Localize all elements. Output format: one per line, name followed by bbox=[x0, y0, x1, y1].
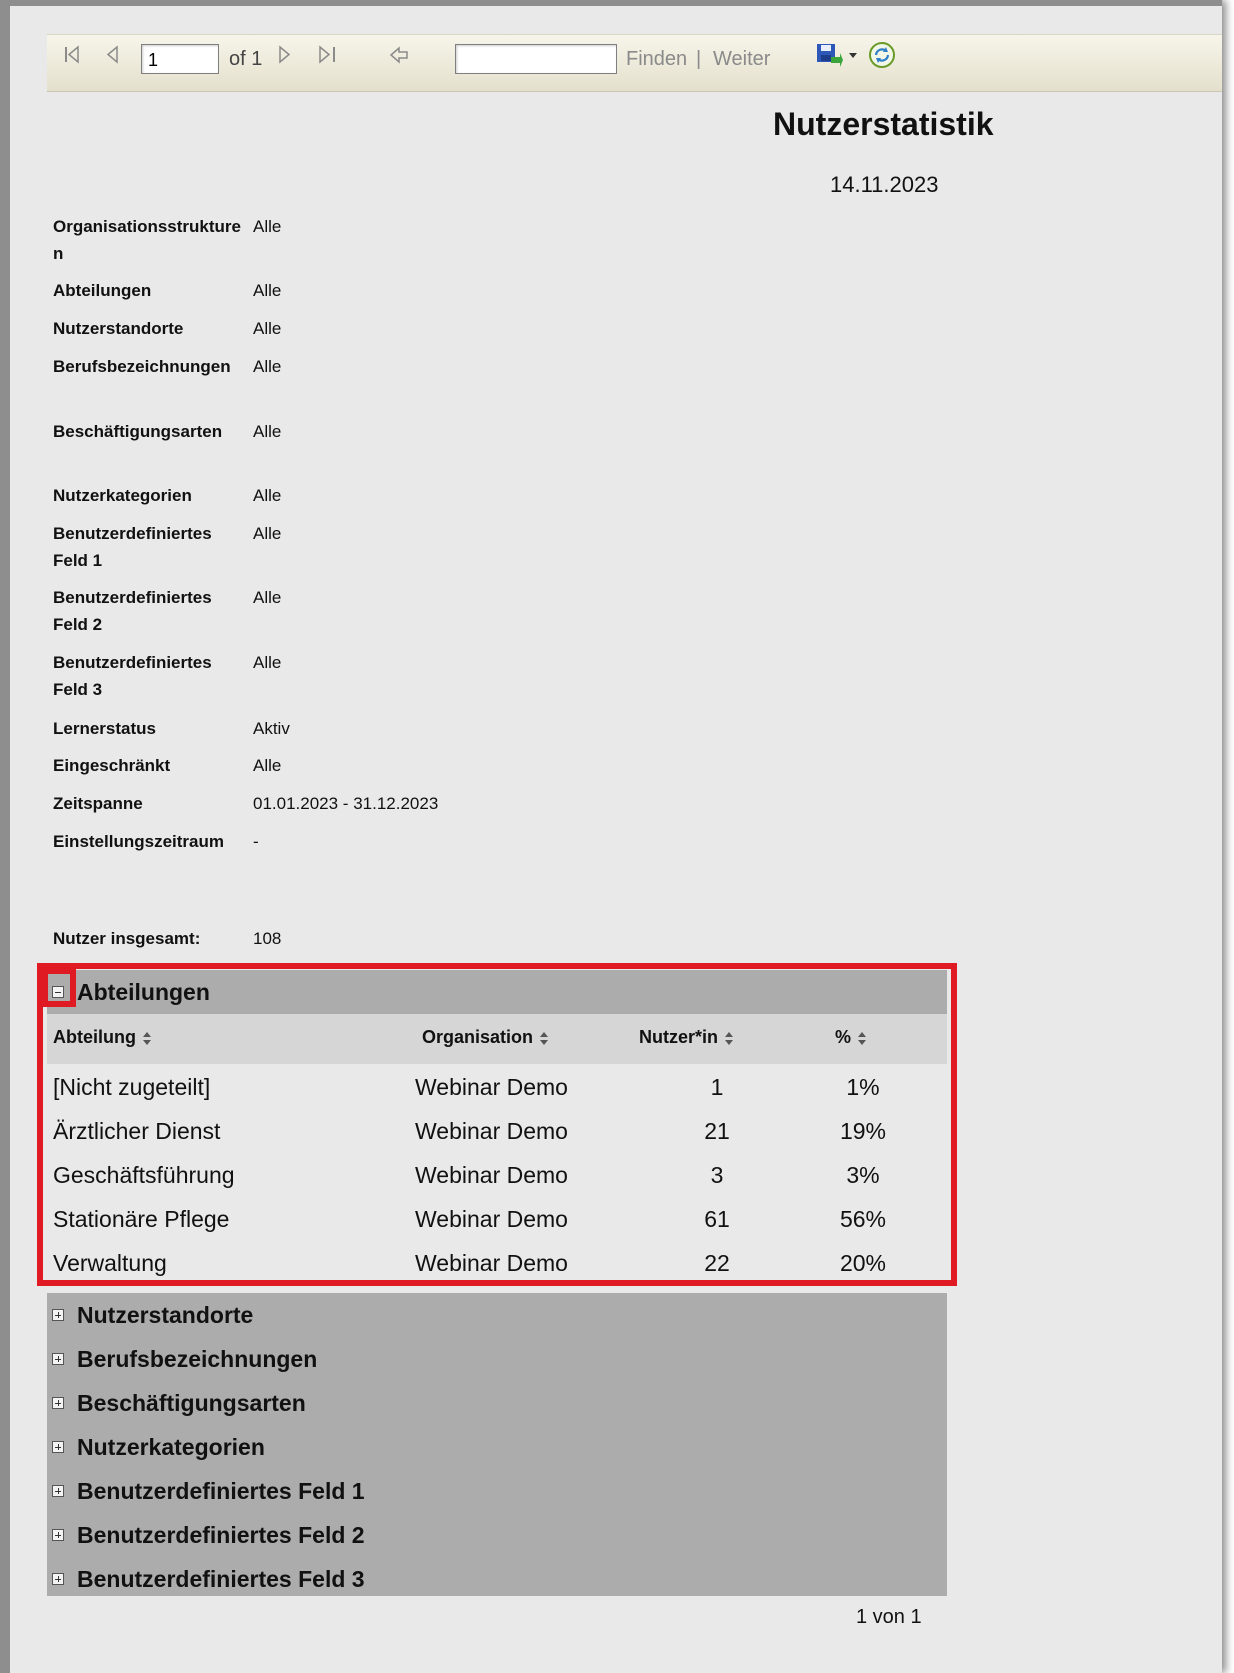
expand-icon[interactable] bbox=[52, 1441, 64, 1453]
section-title: Nutzerstandorte bbox=[77, 1302, 254, 1328]
previous-page-icon[interactable] bbox=[105, 45, 121, 65]
section-header-nutzerkategorien[interactable]: Nutzerkategorien bbox=[47, 1425, 947, 1469]
param-value-feld-2: Alle bbox=[253, 588, 282, 607]
param-label-feld-3: Benutzerdefiniertes Feld 3 bbox=[53, 653, 212, 699]
param-label-feld-1: Benutzerdefiniertes Feld 1 bbox=[53, 524, 212, 570]
param-label-einstellungszeitraum: Einstellungszeitraum bbox=[53, 832, 224, 851]
find-link[interactable]: Finden bbox=[626, 48, 687, 71]
section-header-nutzerstandorte[interactable]: Nutzerstandorte bbox=[47, 1293, 947, 1337]
expand-icon[interactable] bbox=[52, 1485, 64, 1497]
report-date: 14.11.2023 bbox=[830, 172, 939, 197]
section-title: Berufsbezeichnungen bbox=[77, 1346, 318, 1372]
next-page-icon[interactable] bbox=[277, 45, 293, 65]
expand-icon[interactable] bbox=[52, 1529, 64, 1541]
page-number-input[interactable] bbox=[141, 44, 219, 74]
param-label-berufsbezeichnungen: Berufsbezeichnungen bbox=[53, 357, 231, 376]
param-value-berufsbezeichnungen: Alle bbox=[253, 357, 282, 376]
total-users-value: 108 bbox=[253, 929, 282, 948]
param-value-einstellungszeitraum: - bbox=[253, 832, 259, 851]
param-label-beschaeftigungsarten: Beschäftigungsarten bbox=[53, 422, 223, 441]
param-value-lernerstatus: Aktiv bbox=[253, 719, 290, 738]
param-label-feld-2: Benutzerdefiniertes Feld 2 bbox=[53, 588, 212, 634]
param-value-feld-3: Alle bbox=[253, 653, 282, 672]
section-header-feld-3[interactable]: Benutzerdefiniertes Feld 3 bbox=[47, 1557, 947, 1601]
expand-icon[interactable] bbox=[52, 1573, 64, 1585]
section-title: Beschäftigungsarten bbox=[77, 1390, 306, 1416]
expand-icon[interactable] bbox=[52, 1309, 64, 1321]
expand-icon[interactable] bbox=[52, 1353, 64, 1365]
param-label-nutzerkategorien: Nutzerkategorien bbox=[53, 486, 192, 505]
param-value-nutzerkategorien: Alle bbox=[253, 486, 282, 505]
section-title: Benutzerdefiniertes Feld 3 bbox=[77, 1566, 365, 1592]
page-count-label: of 1 bbox=[229, 48, 263, 70]
back-to-parent-icon[interactable] bbox=[389, 46, 411, 66]
highlight-box bbox=[37, 963, 957, 1286]
param-value-beschaeftigungsarten: Alle bbox=[253, 422, 282, 441]
param-value-zeitspanne: 01.01.2023 - 31.12.2023 bbox=[253, 794, 439, 813]
section-header-beschaeftigungsarten[interactable]: Beschäftigungsarten bbox=[47, 1381, 947, 1425]
section-title: Benutzerdefiniertes Feld 1 bbox=[77, 1478, 365, 1504]
param-label-abteilungen: Abteilungen bbox=[53, 281, 152, 300]
first-page-icon[interactable] bbox=[62, 45, 86, 65]
export-save-icon[interactable] bbox=[815, 41, 843, 71]
param-value-feld-1: Alle bbox=[253, 524, 282, 543]
next-match-link[interactable]: Weiter bbox=[713, 48, 770, 71]
toolbar-separator: | bbox=[696, 48, 702, 70]
page-info: 1 von 1 bbox=[856, 1606, 922, 1628]
highlight-box-toggle bbox=[42, 968, 76, 1007]
export-dropdown-icon[interactable] bbox=[848, 51, 860, 61]
section-title: Benutzerdefiniertes Feld 2 bbox=[77, 1522, 365, 1548]
last-page-icon[interactable] bbox=[317, 45, 341, 65]
param-label-nutzerstandorte: Nutzerstandorte bbox=[53, 319, 184, 338]
section-header-feld-2[interactable]: Benutzerdefiniertes Feld 2 bbox=[47, 1513, 947, 1557]
param-value-organisationsstrukturen: Alle bbox=[253, 217, 282, 236]
param-label-lernerstatus: Lernerstatus bbox=[53, 719, 156, 738]
section-header-feld-1[interactable]: Benutzerdefiniertes Feld 1 bbox=[47, 1469, 947, 1513]
param-value-eingeschraenkt: Alle bbox=[253, 756, 282, 775]
param-label-organisationsstrukturen: Organisationsstrukturen bbox=[53, 217, 241, 263]
total-users-label: Nutzer insgesamt: bbox=[53, 929, 201, 948]
param-label-zeitspanne: Zeitspanne bbox=[53, 794, 143, 813]
search-input[interactable] bbox=[455, 44, 617, 74]
param-value-nutzerstandorte: Alle bbox=[253, 319, 282, 338]
report-title: Nutzerstatistik bbox=[773, 106, 994, 142]
section-title: Nutzerkategorien bbox=[77, 1434, 265, 1460]
param-label-eingeschraenkt: Eingeschränkt bbox=[53, 756, 171, 775]
report-toolbar: of 1 Finden | Weiter bbox=[47, 34, 1222, 92]
param-value-abteilungen: Alle bbox=[253, 281, 282, 300]
section-header-berufsbezeichnungen[interactable]: Berufsbezeichnungen bbox=[47, 1337, 947, 1381]
expand-icon[interactable] bbox=[52, 1397, 64, 1409]
refresh-icon[interactable] bbox=[867, 40, 897, 70]
